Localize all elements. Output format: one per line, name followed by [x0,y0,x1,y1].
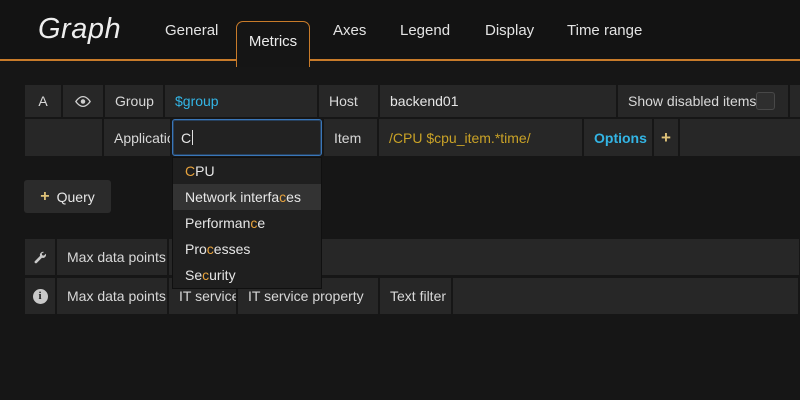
query-letter[interactable]: A [25,85,61,117]
application-input[interactable]: C [172,119,322,156]
typeahead-item-network-interfaces[interactable]: Network interfaces [173,184,321,210]
host-value[interactable]: backend01 [380,85,616,117]
row-end-spacer [790,85,800,117]
tab-display[interactable]: Display [485,0,534,61]
show-disabled-label: Show disabled items [628,93,756,109]
wrench-icon [33,250,47,264]
group-value[interactable]: $group [165,85,317,117]
info-row-trailing-cell [453,278,798,314]
options-button[interactable]: Options [584,119,652,156]
group-label: Group [105,85,163,117]
max-datapoints-row: Max data points [25,239,799,275]
visibility-toggle[interactable] [63,85,103,117]
host-label: Host [319,85,378,117]
item-label: Item [324,119,377,156]
query-row-1: A Group $group Host backend01 Show disab… [25,85,800,117]
application-label: Application [104,119,170,156]
add-query-label: Query [57,189,95,205]
panel-title: Graph [38,13,121,46]
info-max-datapoints-label: Max data points [57,278,167,314]
info-row: i Max data points IT services IT service… [25,278,798,314]
typeahead-dropdown: CPU Network interfaces Performance Proce… [172,157,322,289]
tab-general[interactable]: General [165,0,218,61]
show-disabled-cell: Show disabled items [618,85,788,117]
typeahead-item-security[interactable]: Security [173,262,321,288]
row2-empty-cell [25,119,102,156]
row2-trailing-cell [680,119,800,156]
typeahead-item-cpu[interactable]: CPU [173,158,321,184]
text-filter-cell[interactable]: Text filter [380,278,451,314]
wrench-icon-cell [25,239,55,275]
query-row-2: Application C Item /CPU $cpu_item.*time/… [25,119,800,156]
tab-time-range[interactable]: Time range [567,0,642,61]
info-icon-cell: i [25,278,55,314]
plus-icon: + [40,188,49,206]
max-datapoints-label: Max data points [57,239,167,275]
tab-metrics[interactable]: Metrics [236,21,310,67]
panel-editor: Graph General Axes Legend Display Time r… [0,0,800,400]
editor-header: Graph General Axes Legend Display Time r… [0,0,800,61]
show-disabled-checkbox[interactable] [756,92,775,110]
add-query-button[interactable]: + Query [24,180,111,213]
text-cursor [192,130,193,145]
application-input-value: C [181,130,191,146]
typeahead-item-performance[interactable]: Performance [173,210,321,236]
eye-icon [74,95,92,108]
info-icon: i [33,289,48,304]
plus-icon: + [661,128,671,148]
tab-legend[interactable]: Legend [400,0,450,61]
tab-axes[interactable]: Axes [333,0,366,61]
add-metric-button[interactable]: + [654,119,678,156]
typeahead-item-processes[interactable]: Processes [173,236,321,262]
item-value[interactable]: /CPU $cpu_item.*time/ [379,119,582,156]
